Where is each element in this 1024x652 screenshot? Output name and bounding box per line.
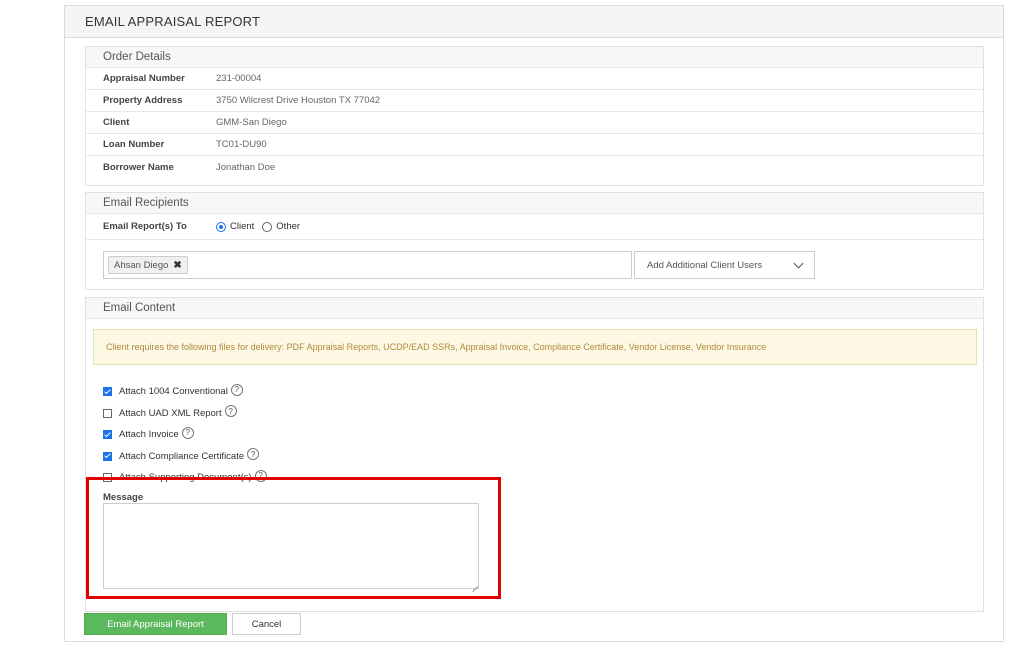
additional-users-placeholder: Add Additional Client Users — [647, 259, 763, 271]
detail-row: Client GMM-San Diego — [86, 112, 983, 134]
help-icon[interactable]: ? — [181, 426, 194, 439]
email-content-section: Email Content Client requires the follow… — [85, 297, 984, 612]
check-label: Attach Invoice — [119, 429, 179, 441]
check-label: Attach Compliance Certificate — [119, 450, 245, 462]
detail-label: Borrower Name — [103, 161, 174, 173]
remove-tag-icon[interactable]: ✖ — [173, 260, 181, 271]
checkbox-unchecked[interactable] — [103, 473, 112, 483]
radio-other[interactable]: Other — [262, 221, 300, 232]
recipient-tag-input[interactable]: Ahsan Diego ✖ — [103, 251, 632, 279]
email-to-label: Email Report(s) To — [103, 221, 187, 232]
detail-label: Property Address — [103, 95, 183, 106]
check-label: Attach Supporting Document(s) — [119, 472, 252, 484]
chevron-down-icon — [793, 258, 804, 268]
email-to-row: Email Report(s) To Client Other — [86, 214, 983, 240]
resize-grip-icon[interactable] — [471, 580, 478, 587]
email-report-panel: EMAIL APPRAISAL REPORT Order Details App… — [64, 5, 1004, 642]
attach-1004-checkbox[interactable]: Attach 1004 Conventional ? — [103, 381, 267, 403]
checkbox-checked[interactable] — [103, 451, 112, 461]
check-label: Attach 1004 Conventional — [119, 386, 228, 398]
detail-row: Borrower Name Jonathan Doe — [86, 156, 983, 178]
attach-supporting-checkbox[interactable]: Attach Supporting Document(s) ? — [103, 467, 267, 489]
delivery-requirements-alert: Client requires the following files for … — [93, 329, 977, 365]
radio-client-dot[interactable] — [216, 221, 226, 232]
page-title: EMAIL APPRAISAL REPORT — [85, 14, 261, 29]
message-label: Message — [103, 492, 144, 503]
detail-value: 231-00004 — [216, 73, 262, 84]
message-textarea[interactable] — [103, 503, 479, 589]
checkbox-checked[interactable] — [103, 430, 112, 440]
help-icon[interactable]: ? — [254, 469, 267, 482]
order-details-title: Order Details — [86, 47, 983, 68]
detail-value: TC01-DU90 — [216, 139, 267, 150]
email-recipients-title: Email Recipients — [86, 193, 983, 214]
help-icon[interactable]: ? — [224, 405, 237, 418]
detail-value: GMM-San Diego — [216, 117, 287, 128]
recipient-tag-name: Ahsan Diego — [114, 259, 169, 271]
recipient-tag: Ahsan Diego ✖ — [108, 256, 188, 274]
radio-other-label: Other — [276, 221, 301, 232]
attach-compliance-checkbox[interactable]: Attach Compliance Certificate ? — [103, 446, 267, 468]
panel-header: EMAIL APPRAISAL REPORT — [65, 6, 1003, 38]
detail-value: 3750 Wilcrest Drive Houston TX 77042 — [216, 95, 381, 106]
help-icon[interactable]: ? — [247, 448, 260, 461]
additional-users-select[interactable]: Add Additional Client Users — [634, 251, 815, 279]
detail-row: Appraisal Number 231-00004 — [86, 68, 983, 90]
checkbox-unchecked[interactable] — [103, 408, 112, 418]
detail-label: Loan Number — [103, 139, 165, 150]
detail-value: Jonathan Doe — [216, 161, 276, 173]
order-details-section: Order Details Appraisal Number 231-00004… — [85, 46, 984, 186]
email-appraisal-report-button[interactable]: Email Appraisal Report — [84, 613, 227, 635]
check-label: Attach UAD XML Report — [119, 407, 222, 419]
checkbox-checked[interactable] — [103, 387, 112, 397]
detail-label: Client — [103, 117, 130, 128]
radio-client[interactable]: Client — [216, 221, 254, 232]
attach-invoice-checkbox[interactable]: Attach Invoice ? — [103, 424, 267, 446]
email-recipients-section: Email Recipients Email Report(s) To Clie… — [85, 192, 984, 290]
attach-uad-xml-checkbox[interactable]: Attach UAD XML Report ? — [103, 403, 267, 425]
detail-row: Property Address 3750 Wilcrest Drive Hou… — [86, 90, 983, 112]
detail-label: Appraisal Number — [103, 73, 185, 84]
radio-other-dot[interactable] — [262, 221, 273, 232]
attachment-checklist: Attach 1004 Conventional ? Attach UAD XM… — [103, 381, 267, 489]
detail-row: Loan Number TC01-DU90 — [86, 134, 983, 156]
radio-client-label: Client — [230, 221, 255, 232]
cancel-button[interactable]: Cancel — [232, 613, 301, 635]
help-icon[interactable]: ? — [230, 383, 243, 396]
email-content-title: Email Content — [86, 298, 983, 319]
